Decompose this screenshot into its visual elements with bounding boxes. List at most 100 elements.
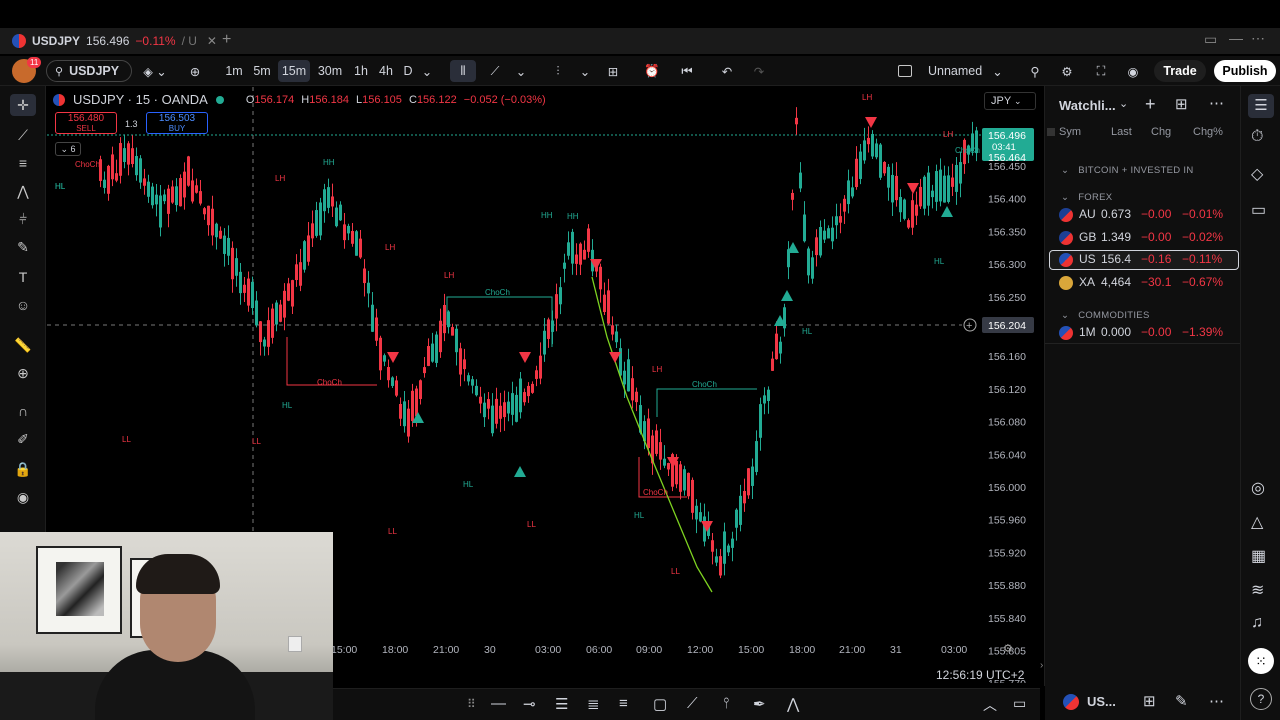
interval-dropdown-icon[interactable]: ⌄ xyxy=(420,60,434,82)
interval-30m[interactable]: 30m xyxy=(315,60,345,82)
section-commodities[interactable]: ⌄ COMMODITIES xyxy=(1061,305,1150,323)
ideas-icon[interactable]: △ xyxy=(1251,512,1263,532)
templates-button[interactable]: ⊞ xyxy=(602,60,624,82)
interval-1h[interactable]: 1h xyxy=(350,60,372,82)
redo-button[interactable]: ↷ xyxy=(748,60,770,82)
zigzag-icon[interactable]: ⋀ xyxy=(787,695,799,713)
interval-5m[interactable]: 5m xyxy=(250,60,274,82)
ruler-icon[interactable]: 📏 xyxy=(10,334,36,356)
minimize-icon[interactable]: — xyxy=(1229,30,1243,46)
compare-button[interactable]: ⊕ xyxy=(184,60,206,82)
note-icon[interactable]: ✎ xyxy=(1175,692,1188,710)
ray-icon[interactable]: ⊸ xyxy=(523,695,536,713)
indicators-collapse[interactable]: ⌄ 6 xyxy=(55,142,81,156)
watchlist-icon[interactable]: ☰ xyxy=(1248,94,1274,118)
news-icon[interactable]: ≋ xyxy=(1251,580,1264,600)
crosshair-icon[interactable]: ✛ xyxy=(10,94,36,116)
emoji-icon[interactable]: ☺ xyxy=(10,294,36,316)
notifications-icon[interactable]: ♫ xyxy=(1251,614,1263,632)
lock-icon[interactable]: 🔒 xyxy=(10,458,36,480)
buy-button[interactable]: 156.503 BUY xyxy=(146,112,208,134)
candles-button[interactable]: ⫴ xyxy=(450,60,476,82)
regression-icon[interactable]: ≡ xyxy=(619,695,628,712)
pen-icon[interactable]: ✒ xyxy=(753,695,766,713)
vertical-line-icon[interactable]: ⫯ xyxy=(723,695,730,712)
rectangle-icon[interactable]: ▢ xyxy=(653,695,667,713)
utc-clock[interactable]: 12:56:19 UTC+2 xyxy=(936,668,1024,682)
trade-button[interactable]: Trade xyxy=(1154,60,1206,82)
interval-d[interactable]: D xyxy=(400,60,416,82)
column-chg[interactable]: Chg xyxy=(1151,126,1171,138)
text-icon[interactable]: T xyxy=(10,266,36,288)
watchlist-title[interactable]: Watchli... xyxy=(1059,98,1116,113)
chart-type-dropdown-icon[interactable]: ⌄ xyxy=(514,60,528,82)
column-sym[interactable]: Sym xyxy=(1059,126,1081,138)
window-icon[interactable]: ▭ xyxy=(1013,695,1026,712)
brush-icon[interactable]: ✎ xyxy=(10,236,36,258)
trend-line-icon[interactable]: ⟋ xyxy=(10,124,36,146)
watchlist-row-selected[interactable]: US 156.4 −0.16 −0.11% xyxy=(1049,250,1239,270)
legend-title[interactable]: USDJPY · 15 · OANDA xyxy=(73,92,208,107)
pattern-icon[interactable]: ⋀ xyxy=(10,180,36,202)
chart-settings-icon[interactable]: ⚙ xyxy=(1003,642,1013,655)
fullscreen-button[interactable]: ⛶ xyxy=(1090,60,1112,82)
currency-selector[interactable]: JPY ⌄ xyxy=(984,92,1036,110)
footer-symbol[interactable]: US... xyxy=(1087,694,1116,709)
indicators-button[interactable]: ⫶ xyxy=(546,60,570,82)
watchlist-row[interactable]: XA 4,464 −30.1 −0.67% xyxy=(1049,273,1239,293)
fib-channel-icon[interactable]: ≣ xyxy=(587,695,600,713)
layout-menu[interactable]: Unnamed ⌄ xyxy=(898,60,1010,82)
sell-button[interactable]: 156.480 SELL xyxy=(55,112,117,134)
watchlist-row[interactable]: AU 0.673 −0.00 −0.01% xyxy=(1049,205,1239,225)
browser-tab[interactable]: USDJPY 156.496 −0.11% / U ✕ xyxy=(6,30,223,52)
target-icon[interactable]: ◎ xyxy=(1251,478,1265,498)
add-symbol-icon[interactable]: + xyxy=(1145,94,1156,115)
interval-4h[interactable]: 4h xyxy=(375,60,397,82)
more-icon[interactable]: ⋯ xyxy=(1209,692,1224,710)
advanced-view-icon[interactable]: ⊞ xyxy=(1175,95,1188,113)
panel-collapse-arrow[interactable]: › xyxy=(1040,660,1043,671)
more-icon[interactable]: ⋯ xyxy=(1251,30,1265,47)
eye-icon[interactable]: ◉ xyxy=(10,486,36,508)
horizontal-line-icon[interactable]: — xyxy=(491,695,506,712)
alerts-clock-icon[interactable]: ⏱ xyxy=(1251,128,1263,146)
alert-button[interactable]: ⏰ xyxy=(640,60,664,82)
more-icon[interactable]: ⋯ xyxy=(1209,94,1224,112)
parallel-channel-icon[interactable]: ☰ xyxy=(555,695,568,713)
magnet-icon[interactable]: ∩ xyxy=(10,400,36,422)
collapse-up-icon[interactable]: ︿ xyxy=(983,695,997,715)
symbol-search[interactable]: ⚲ USDJPY xyxy=(46,60,132,82)
drag-handle-icon[interactable]: ⠿ xyxy=(467,697,476,711)
help-icon[interactable]: ? xyxy=(1250,688,1272,710)
settings-button[interactable]: ⚙ xyxy=(1056,60,1078,82)
interval-1m[interactable]: 1m xyxy=(222,60,246,82)
edit-lock-icon[interactable]: ✐ xyxy=(10,428,36,450)
column-last[interactable]: Last xyxy=(1111,126,1132,138)
line-tool-icon[interactable]: ⟋ xyxy=(687,695,698,712)
fib-icon[interactable]: ≡ xyxy=(10,152,36,174)
strategy-selector[interactable]: ◈ ⌄ xyxy=(138,60,172,82)
undo-button[interactable]: ↶ xyxy=(716,60,738,82)
forecast-icon[interactable]: ⫩ xyxy=(10,208,36,230)
calendar-icon[interactable]: ▦ xyxy=(1251,546,1266,566)
section-forex[interactable]: ⌄ FOREX xyxy=(1061,187,1112,205)
add-alert-plus[interactable]: + xyxy=(966,320,972,332)
zoom-icon[interactable]: ⊕ xyxy=(10,362,36,384)
quick-search-button[interactable]: ⚲ xyxy=(1024,60,1046,82)
chat-icon[interactable]: ▭ xyxy=(1251,200,1266,220)
chevron-down-icon[interactable]: ⌄ xyxy=(1119,97,1128,110)
desktop-icon[interactable]: ▭ xyxy=(1204,31,1217,48)
snapshot-button[interactable]: ◉ xyxy=(1122,60,1144,82)
close-tab-icon[interactable]: ✕ xyxy=(207,34,217,48)
watchlist-row[interactable]: GB 1.349 −0.00 −0.02% xyxy=(1049,228,1239,248)
indicators-dropdown-icon[interactable]: ⌄ xyxy=(578,60,592,82)
replay-button[interactable]: ⏮ xyxy=(676,60,698,82)
watchlist-row[interactable]: 1M 0.000 −0.00 −1.39% xyxy=(1049,323,1239,343)
column-chgp[interactable]: Chg% xyxy=(1193,126,1223,138)
interval-15m[interactable]: 15m xyxy=(278,60,310,82)
apps-icon[interactable]: ⁙ xyxy=(1248,648,1274,674)
layers-icon[interactable]: ◇ xyxy=(1251,164,1263,184)
line-chart-button[interactable]: ⟋ xyxy=(482,60,508,82)
layout-icon[interactable]: ⊞ xyxy=(1143,692,1156,710)
new-tab-icon[interactable]: + xyxy=(222,31,231,49)
